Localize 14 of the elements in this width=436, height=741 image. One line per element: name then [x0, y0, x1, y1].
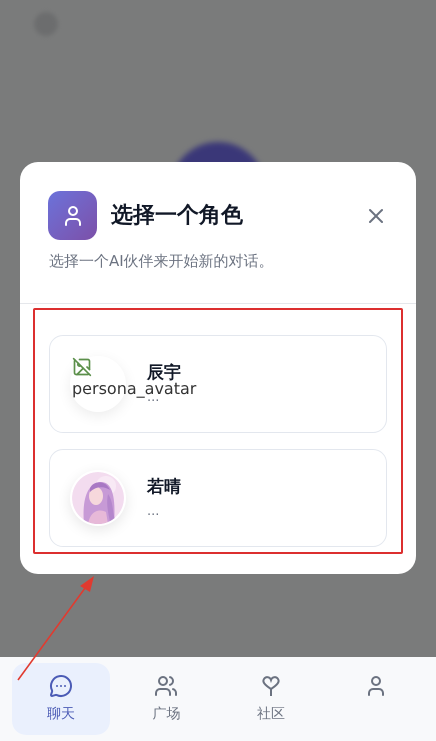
nav-tab[interactable]: 社区	[222, 663, 320, 735]
broken-image-icon	[72, 356, 92, 376]
group-icon	[154, 674, 178, 698]
persona-name: 若晴	[147, 476, 181, 498]
persona-card[interactable]: 若晴 ...	[49, 448, 387, 546]
persona-snippet: ...	[147, 504, 160, 520]
nav-tab[interactable]: 广场	[118, 663, 215, 735]
nav-tab[interactable]: 聊天	[12, 663, 110, 735]
persona-name: 辰宇	[147, 362, 181, 382]
persona-card[interactable]: persona_avatar 辰宇 ...	[49, 334, 387, 432]
chat-icon	[49, 674, 73, 698]
avatar-alt-text: persona_avatar	[72, 380, 196, 398]
dialog-title: 选择一个角色	[111, 202, 244, 230]
dialog-subtitle: 选择一个AI伙伴来开始新的对话。	[48, 251, 275, 272]
